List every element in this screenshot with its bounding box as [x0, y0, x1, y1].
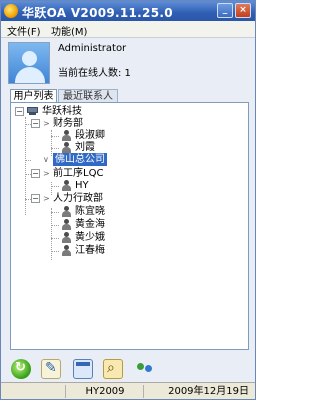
menu-file[interactable]: 文件(F) — [7, 23, 41, 38]
person-icon — [61, 180, 72, 191]
tree-group-hr[interactable]: − > 人力行政部 — [21, 192, 151, 205]
status-bar: HY2009 2009年12月19日 — [1, 382, 255, 399]
computer-icon — [27, 107, 38, 116]
chevron-right-icon: > — [43, 169, 50, 178]
person-icon — [61, 232, 72, 243]
app-logo-icon — [4, 4, 18, 18]
close-button[interactable]: × — [235, 3, 251, 18]
title-bar[interactable]: 华跃OA V2009.11.25.0 _ × — [1, 1, 255, 21]
status-user: HY2009 — [67, 385, 144, 398]
collapse-icon[interactable]: − — [31, 194, 40, 203]
menu-bar: 文件(F) 功能(M) — [1, 21, 255, 38]
tab-user-list[interactable]: 用户列表 — [10, 89, 57, 103]
menu-function[interactable]: 功能(M) — [51, 23, 87, 38]
user-name: Administrator — [58, 43, 127, 54]
status-date: 2009年12月19日 — [168, 386, 249, 397]
person-icon — [61, 142, 72, 153]
tree-member[interactable]: 黄少娥 — [51, 231, 171, 244]
person-icon — [61, 219, 72, 230]
online-count: 当前在线人数: 1 — [58, 68, 131, 79]
tree-member-label: 江春梅 — [75, 245, 105, 256]
window-title: 华跃OA V2009.11.25.0 — [22, 6, 173, 20]
collapse-icon[interactable]: − — [31, 119, 40, 128]
tree-group-label: 人力行政部 — [53, 193, 103, 204]
user-tree[interactable]: − 华跃科技 − > 财务部 段淑卿 刘霞 ∨ 佛山总公司 − > 前工序LQC… — [10, 102, 249, 350]
collapse-icon[interactable]: − — [15, 107, 24, 116]
tree-member-label: 陈宜晓 — [75, 206, 105, 217]
tree-member-label: 黄少娥 — [75, 232, 105, 243]
edit-icon[interactable] — [41, 359, 61, 379]
window-icon[interactable] — [73, 359, 93, 379]
tree-group-foshan[interactable]: ∨ 佛山总公司 — [21, 153, 151, 166]
main-window: 华跃OA V2009.11.25.0 _ × 文件(F) 功能(M) Admin… — [0, 0, 256, 400]
chevron-right-icon: > — [43, 119, 50, 128]
tree-member[interactable]: 黄金海 — [51, 218, 171, 231]
users-icon[interactable] — [135, 359, 155, 379]
tree-member-label: HY — [75, 180, 89, 191]
tab-recent-contacts[interactable]: 最近联系人 — [58, 89, 118, 103]
minimize-button[interactable]: _ — [217, 3, 233, 18]
person-icon — [61, 130, 72, 141]
refresh-icon[interactable] — [11, 359, 31, 379]
status-left — [3, 385, 66, 398]
avatar-head — [22, 51, 37, 66]
tree-group-label: 佛山总公司 — [53, 153, 107, 166]
bottom-toolbar — [1, 356, 255, 382]
tree-member-label: 黄金海 — [75, 219, 105, 230]
avatar-body — [15, 67, 45, 83]
person-icon — [61, 245, 72, 256]
search-icon[interactable] — [103, 359, 123, 379]
tree-member[interactable]: 陈宜晓 — [51, 205, 171, 218]
chevron-down-icon: ∨ — [43, 155, 49, 164]
person-icon — [61, 206, 72, 217]
tree-member[interactable]: HY — [51, 179, 171, 192]
collapse-icon[interactable]: − — [31, 169, 40, 178]
chevron-right-icon: > — [43, 194, 50, 203]
tree-member[interactable]: 江春梅 — [51, 244, 171, 257]
avatar[interactable] — [8, 42, 50, 84]
